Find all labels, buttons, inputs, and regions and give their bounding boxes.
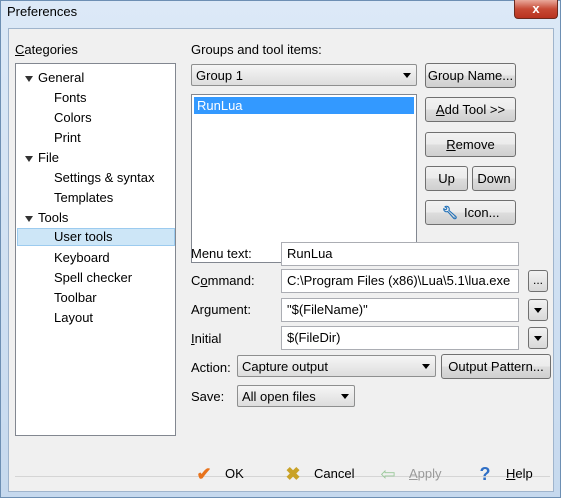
browse-button[interactable]: ... [528,270,548,292]
tree-item-templates[interactable]: Templates [54,189,113,207]
cancel-button[interactable]: ✖ Cancel [282,462,354,486]
tree-item-keyboard[interactable]: Keyboard [54,249,110,267]
add-tool-mnemonic: A [435,102,445,117]
down-button[interactable]: Down [472,166,516,191]
categories-tree[interactable]: General Fonts Colors Print File Settings… [15,63,176,436]
help-button[interactable]: ? Help [474,462,538,486]
group-name-button[interactable]: Group Name... [425,63,516,88]
initial-field[interactable]: $(FileDir) [281,326,519,350]
remove-rest: emove [455,137,495,152]
save-label: Save: [191,389,225,404]
apply-mnemonic: A [409,466,418,481]
ok-button[interactable]: ✔ OK [193,462,253,486]
tree-item-general[interactable]: General [38,69,84,87]
remove-mnemonic: R [446,137,456,152]
browse-label: ... [532,273,543,287]
tree-item-layout[interactable]: Layout [54,309,93,327]
action-select-value: Capture output [242,359,329,374]
ok-label: OK [225,466,244,481]
categories-label-mnemonic: C [15,42,25,57]
argument-dropdown-button[interactable] [528,299,548,321]
close-icon: x [532,1,540,16]
apply-rest: pply [417,466,442,481]
tree-item-print[interactable]: Print [54,129,81,147]
action-chevron-down-icon [422,364,430,369]
x-icon: ✖ [285,464,301,484]
groups-label: Groups and tool items: [191,42,322,57]
argument-label: Argument: [191,302,251,317]
initial-dropdown-button[interactable] [528,327,548,349]
tree-item-spell-checker[interactable]: Spell checker [54,269,132,287]
help-mnemonic: H [506,466,516,481]
tree-item-tools[interactable]: Tools [38,209,68,227]
group-select-value: Group 1 [196,68,243,83]
command-label: Command: [191,273,255,288]
initial-chevron-down-icon [534,336,542,341]
preferences-window: Preferences x Categories General Fonts C… [0,0,561,498]
tree-item-settings-syntax[interactable]: Settings & syntax [54,169,154,187]
apply-label: Apply [409,462,442,486]
command-c: C [191,273,201,288]
save-chevron-down-icon [341,394,349,399]
save-select[interactable]: All open files [237,385,355,407]
icon-button-label: Icon... [464,205,500,220]
initial-rest: nitial [194,331,222,346]
add-tool-rest: dd Tool >> [444,102,506,117]
action-label: Action: [191,360,231,375]
argument-field[interactable]: "$(FileName)" [281,298,519,322]
window-title: Preferences [7,4,78,19]
expand-general-icon[interactable] [25,76,33,82]
command-field[interactable]: C:\Program Files (x86)\Lua\5.1\lua.exe [281,269,519,293]
wrench-icon: 🔧︎ [441,205,459,220]
arrow-left-icon: ⇦ [380,464,396,484]
categories-label: Categories [15,42,78,57]
icon-button[interactable]: 🔧︎ Icon... [425,200,516,225]
close-button[interactable]: x [514,0,558,19]
expand-file-icon[interactable] [25,156,33,162]
help-label: Help [506,462,533,486]
save-select-value: All open files [242,389,316,404]
remove-button[interactable]: Remove [425,132,516,157]
tool-item-runlua[interactable]: RunLua [194,97,414,114]
help-rest: elp [515,466,533,481]
command-rest: mmand: [207,273,255,288]
menu-text-field[interactable]: RunLua [281,242,519,266]
cancel-label: Cancel [314,466,355,481]
tool-items-list[interactable]: RunLua [191,94,417,263]
question-icon: ? [479,464,491,484]
command-mnemonic: o [200,273,208,288]
dialog-body: Categories General Fonts Colors Print Fi… [8,28,554,492]
apply-button[interactable]: ⇦ Apply [377,462,449,486]
up-button[interactable]: Up [425,166,468,191]
categories-label-rest: ategories [24,42,78,57]
tree-item-file[interactable]: File [38,149,59,167]
action-select[interactable]: Capture output [237,355,436,377]
tree-item-user-tools[interactable]: User tools [17,228,175,246]
title-bar[interactable]: Preferences x [1,0,560,23]
add-tool-button[interactable]: Add Tool >> [425,97,516,122]
output-pattern-button[interactable]: Output Pattern... [441,354,551,379]
tree-item-colors[interactable]: Colors [54,109,92,127]
group-select[interactable]: Group 1 [191,64,417,86]
chevron-down-icon [403,73,411,78]
expand-tools-icon[interactable] [25,216,33,222]
tree-item-toolbar[interactable]: Toolbar [54,289,97,307]
initial-label: Initial [191,331,221,346]
menu-text-label: Menu text: [191,246,252,261]
tree-item-fonts[interactable]: Fonts [54,89,87,107]
checkmark-icon: ✔ [196,464,212,484]
argument-chevron-down-icon [534,308,542,313]
